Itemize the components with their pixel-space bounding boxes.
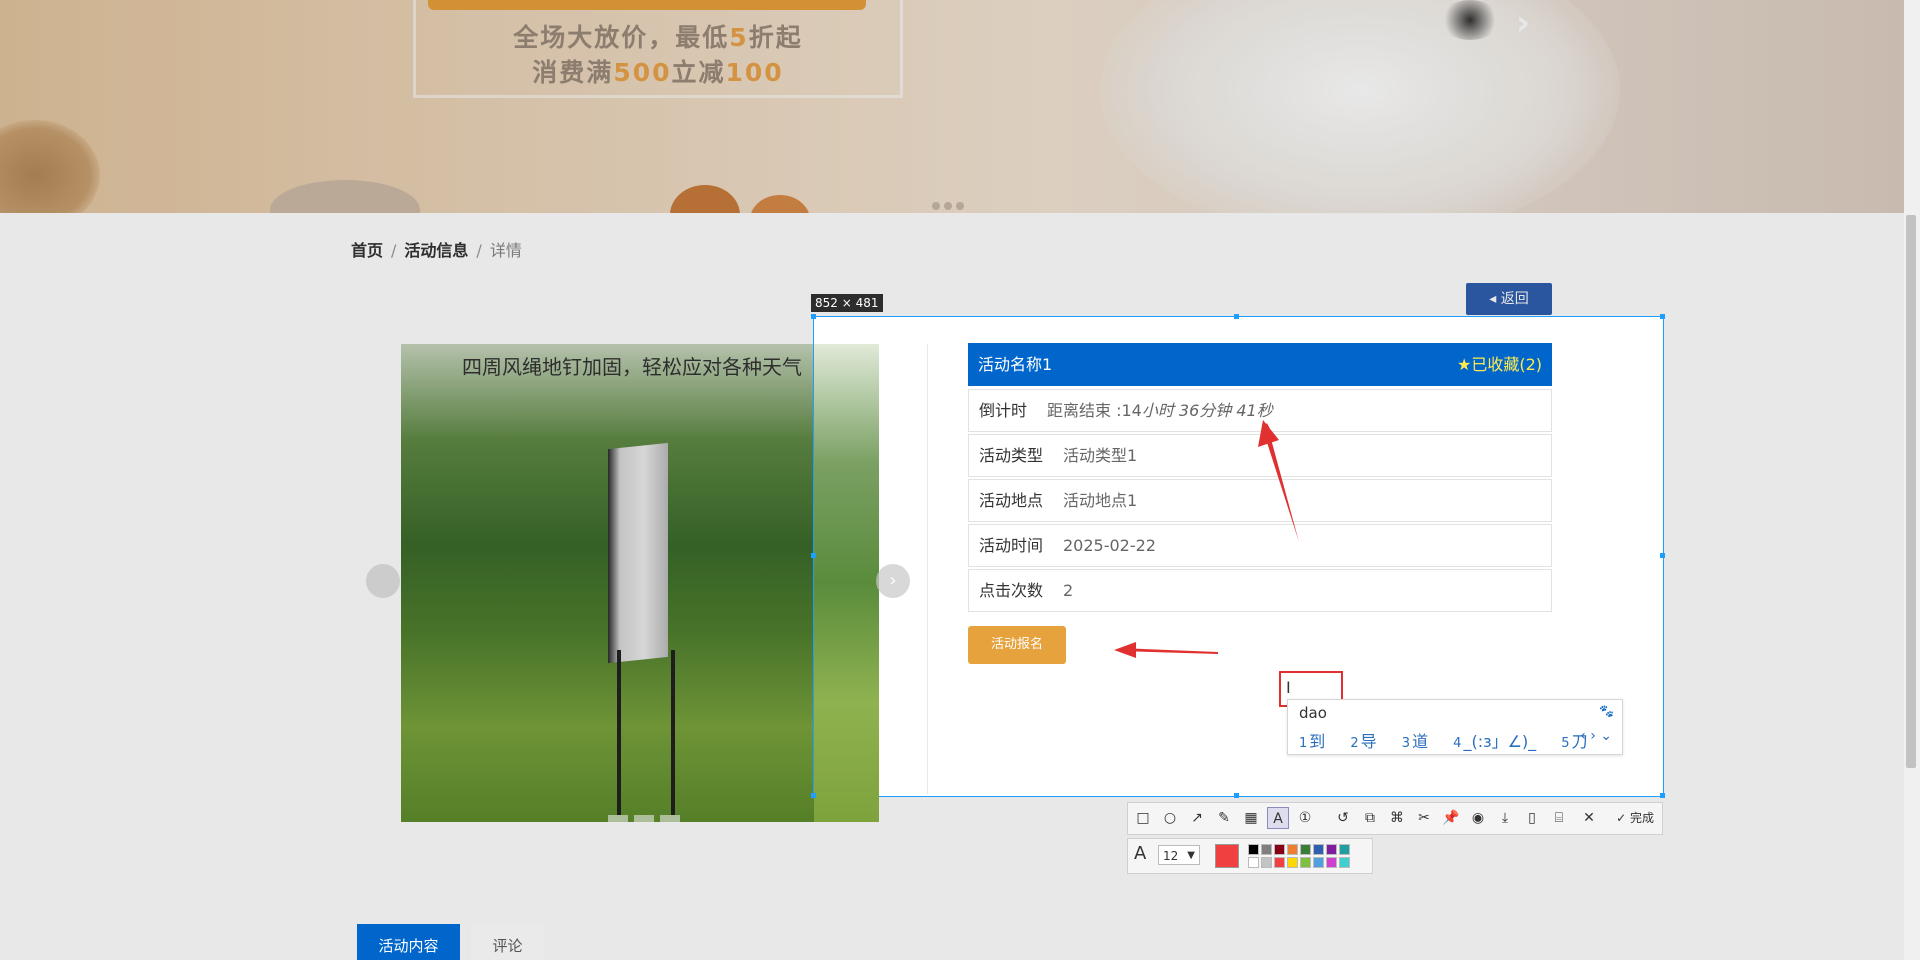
row-label: 点击次数 xyxy=(979,581,1044,600)
row-label: 活动地点 xyxy=(979,491,1044,510)
resize-handle[interactable] xyxy=(1234,314,1239,319)
carousel-next-button[interactable]: › xyxy=(876,564,910,598)
translate-icon[interactable]: ⌘ xyxy=(1386,807,1408,829)
arrow-icon[interactable]: ↗ xyxy=(1186,807,1208,829)
carousel-image-edge xyxy=(814,344,879,822)
color-swatch[interactable] xyxy=(1287,857,1298,868)
color-swatch[interactable] xyxy=(1300,844,1311,855)
activity-type-row: 活动类型 活动类型1 xyxy=(968,434,1552,477)
resize-handle[interactable] xyxy=(1234,793,1239,798)
countdown-value: 距离结束 :14小时 36分钟 41秒 xyxy=(1047,401,1273,420)
resize-handle[interactable] xyxy=(1660,793,1665,798)
pen-icon[interactable]: ✎ xyxy=(1213,807,1235,829)
color-swatch[interactable] xyxy=(1300,857,1311,868)
chevron-down-icon: ▼ xyxy=(1187,850,1195,861)
color-swatch[interactable] xyxy=(1274,844,1285,855)
ellipse-icon[interactable]: ○ xyxy=(1159,807,1181,829)
color-swatch[interactable] xyxy=(1313,857,1324,868)
current-color-swatch[interactable] xyxy=(1215,844,1239,868)
row-value: 2025-02-22 xyxy=(1063,536,1156,555)
undo-icon[interactable]: ↺ xyxy=(1332,807,1354,829)
ime-candidate[interactable]: 1到 xyxy=(1299,732,1335,751)
ime-candidates: 1到 2导 3道 4 _(:з」∠)_ 5刀 xyxy=(1299,728,1608,752)
font-size-value: 12 xyxy=(1163,849,1179,863)
color-swatch[interactable] xyxy=(1261,857,1272,868)
color-swatch[interactable] xyxy=(1339,844,1350,855)
click-count-row: 点击次数 2 xyxy=(968,569,1552,612)
done-button[interactable]: ✓ 完成 xyxy=(1616,803,1654,834)
row-value: 2 xyxy=(1063,581,1074,600)
color-swatch[interactable] xyxy=(1287,844,1298,855)
activity-header: 活动名称1 ★已收藏(2) xyxy=(968,343,1552,386)
row-value: 活动类型1 xyxy=(1063,446,1138,465)
color-swatch[interactable] xyxy=(1313,844,1324,855)
close-icon[interactable]: ✕ xyxy=(1578,807,1600,829)
tab-comment[interactable]: 评论 xyxy=(471,924,544,960)
font-size-select[interactable]: 12 ▼ xyxy=(1158,845,1200,865)
signup-button[interactable]: 活动报名 xyxy=(968,626,1066,664)
activity-location-row: 活动地点 活动地点1 xyxy=(968,479,1552,522)
color-swatch[interactable] xyxy=(1274,857,1285,868)
rectangle-icon[interactable]: □ xyxy=(1132,807,1154,829)
activity-time-row: 活动时间 2025-02-22 xyxy=(968,524,1552,567)
mosaic-icon[interactable]: ▦ xyxy=(1240,807,1262,829)
color-swatch[interactable] xyxy=(1248,857,1259,868)
divider xyxy=(927,344,928,794)
bookmark-icon[interactable]: ⌸ xyxy=(1548,807,1570,829)
screenshot-toolbar: □ ○ ↗ ✎ ▦ A ① ↺ ⧉ ⌘ ✂ 📌 ◉ ⤓ ▯ ⌸ ✕ ✓ 完成 xyxy=(1127,802,1663,835)
resize-handle[interactable] xyxy=(811,793,816,798)
ime-composition-text: dao xyxy=(1299,704,1327,722)
ocr-icon[interactable]: ⧉ xyxy=(1359,807,1381,829)
color-swatch[interactable] xyxy=(1326,857,1337,868)
save-icon[interactable]: ⤓ xyxy=(1494,807,1516,829)
number-icon[interactable]: ① xyxy=(1294,807,1316,829)
activity-name: 活动名称1 xyxy=(978,355,1053,374)
text-style-bar: A 12 ▼ xyxy=(1127,838,1373,874)
ime-logo-icon: 🐾 xyxy=(1599,704,1614,718)
resize-handle[interactable] xyxy=(811,314,816,319)
resize-handle[interactable] xyxy=(1660,553,1665,558)
color-swatch[interactable] xyxy=(1261,844,1272,855)
scrollbar-thumb[interactable] xyxy=(1906,215,1916,768)
row-value: 活动地点1 xyxy=(1063,491,1138,510)
resize-handle[interactable] xyxy=(811,553,816,558)
row-label: 活动时间 xyxy=(979,536,1044,555)
ime-candidate[interactable]: 2导 xyxy=(1350,732,1386,751)
countdown-row: 倒计时 距离结束 :14小时 36分钟 41秒 xyxy=(968,389,1552,432)
long-screenshot-icon[interactable]: ▯ xyxy=(1521,807,1543,829)
color-swatch[interactable] xyxy=(1248,844,1259,855)
row-label: 倒计时 xyxy=(979,401,1028,420)
favorite-button[interactable]: ★已收藏(2) xyxy=(1457,343,1542,386)
ime-candidate[interactable]: 4 _(:з」∠)_ xyxy=(1453,732,1546,751)
text-cursor-icon: I xyxy=(1286,678,1291,697)
ime-page-nav[interactable]: ‹ › ⌄ xyxy=(1580,728,1612,744)
row-label: 活动类型 xyxy=(979,446,1044,465)
scissors-icon[interactable]: ✂ xyxy=(1413,807,1435,829)
pin-icon[interactable]: 📌 xyxy=(1440,807,1462,829)
tab-activity-content[interactable]: 活动内容 xyxy=(357,924,460,960)
text-icon[interactable]: A xyxy=(1267,807,1289,829)
record-icon[interactable]: ◉ xyxy=(1467,807,1489,829)
color-swatch[interactable] xyxy=(1326,844,1337,855)
font-icon: A xyxy=(1134,843,1147,864)
capture-size-label: 852 × 481 xyxy=(811,294,883,312)
resize-handle[interactable] xyxy=(1660,314,1665,319)
color-swatch[interactable] xyxy=(1339,857,1350,868)
ime-candidate[interactable]: 3道 xyxy=(1402,732,1438,751)
ime-candidate-window[interactable]: dao 🐾 1到 2导 3道 4 _(:з」∠)_ 5刀 ‹ › ⌄ xyxy=(1287,699,1623,755)
